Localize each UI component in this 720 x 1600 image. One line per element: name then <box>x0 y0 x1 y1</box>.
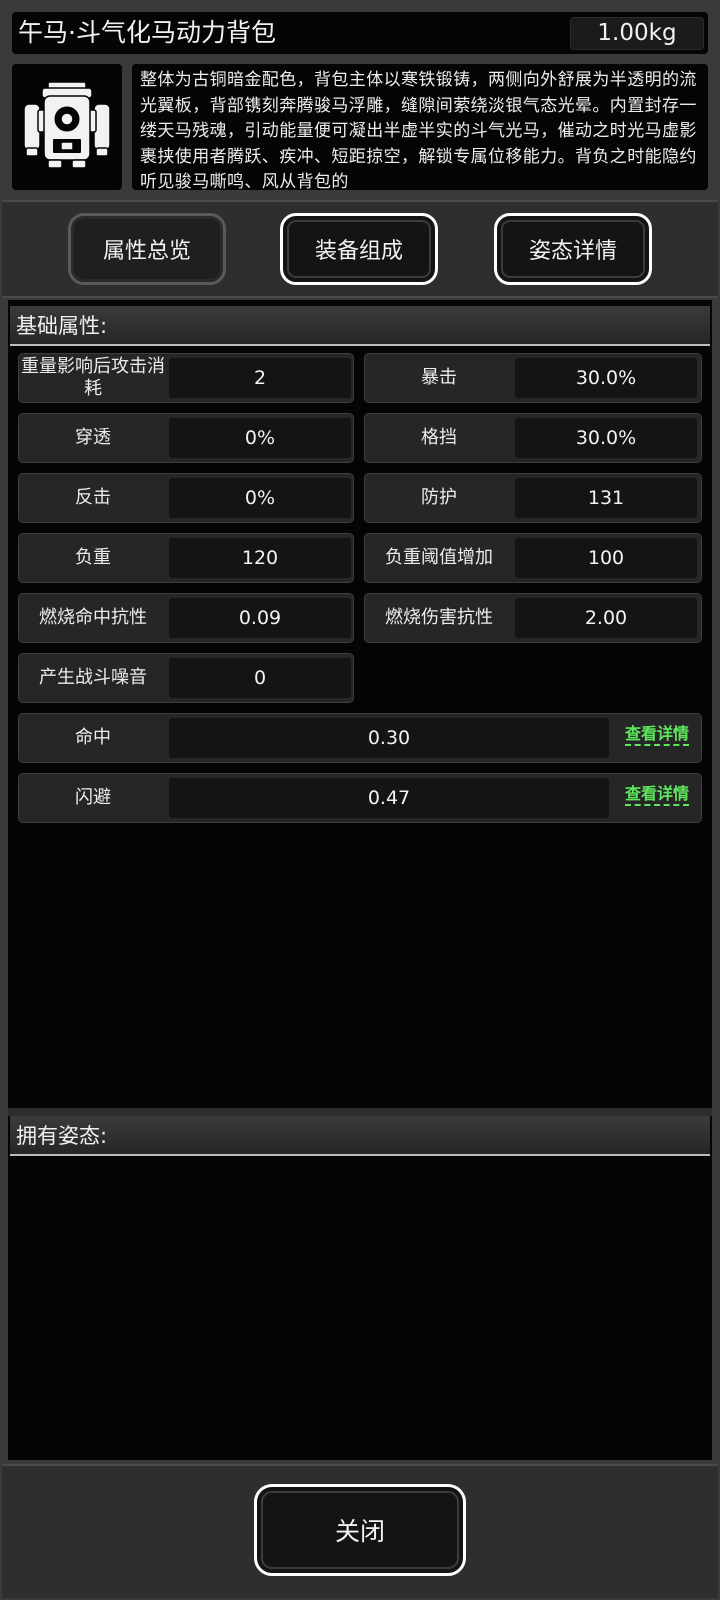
attr-name: 格挡 <box>421 427 457 448</box>
attr-name: 反击 <box>75 487 111 508</box>
attr-value: 30.0% <box>515 418 697 458</box>
attr-card-evasion: 闪避 0.47 查看详情 <box>18 773 702 823</box>
attr-value: 131 <box>515 478 697 518</box>
backpack-icon <box>23 81 111 169</box>
attr-card-counter: 反击 0% <box>18 473 354 523</box>
attr-card-block: 格挡 30.0% <box>364 413 702 463</box>
attr-value: 0.30 <box>169 718 609 758</box>
attr-value: 0% <box>169 418 351 458</box>
attr-card-burn-hit-resist: 燃烧命中抗性 0.09 <box>18 593 354 643</box>
attr-name: 负重 <box>75 547 111 568</box>
attr-card-combat-noise: 产生战斗噪音 0 <box>18 653 354 703</box>
attr-value: 0 <box>169 658 351 698</box>
item-icon-frame <box>12 64 122 190</box>
attr-value: 0.47 <box>169 778 609 818</box>
item-weight: 1.00kg <box>570 17 704 50</box>
attr-card-accuracy: 命中 0.30 查看详情 <box>18 713 702 763</box>
attr-name: 重量影响后攻击消耗 <box>21 356 165 399</box>
attr-name: 负重阈值增加 <box>385 547 493 568</box>
attr-card-penetration: 穿透 0% <box>18 413 354 463</box>
stances-heading: 拥有姿态: <box>10 1116 710 1156</box>
attr-card-protection: 防护 131 <box>364 473 702 523</box>
attr-card-burn-damage-resist: 燃烧伤害抗性 2.00 <box>364 593 702 643</box>
item-description-box: 整体为古铜暗金配色，背包主体以寒铁锻铸，两侧向外舒展为半透明的流光翼板，背部镌刻… <box>132 64 708 190</box>
attr-name: 燃烧伤害抗性 <box>385 607 493 628</box>
section-divider <box>8 1108 712 1116</box>
attr-name: 闪避 <box>75 787 111 808</box>
tab-equipment-composition[interactable]: 装备组成 <box>280 213 438 285</box>
attr-card-load-threshold: 负重阈值增加 100 <box>364 533 702 583</box>
evasion-detail-link[interactable]: 查看详情 <box>625 784 690 806</box>
attr-value: 0% <box>169 478 351 518</box>
tab-stance-details[interactable]: 姿态详情 <box>494 213 652 285</box>
item-title: 午马·斗气化马动力背包 <box>18 18 276 47</box>
attr-value: 0.09 <box>169 598 351 638</box>
attr-name: 暴击 <box>421 367 457 388</box>
attr-name: 命中 <box>75 727 111 748</box>
attr-value: 2.00 <box>515 598 697 638</box>
attr-name: 产生战斗噪音 <box>39 667 147 688</box>
attr-value: 30.0% <box>515 358 697 398</box>
attr-value: 120 <box>169 538 351 578</box>
tab-attribute-overview[interactable]: 属性总览 <box>68 213 226 285</box>
attr-value: 100 <box>515 538 697 578</box>
attr-name: 防护 <box>421 487 457 508</box>
basic-attributes-heading: 基础属性: <box>10 306 710 346</box>
attr-name: 穿透 <box>75 427 111 448</box>
close-button[interactable]: 关闭 <box>254 1484 466 1576</box>
attr-value: 2 <box>169 358 351 398</box>
attr-card-attack-cost: 重量影响后攻击消耗 2 <box>18 353 354 403</box>
attr-card-load: 负重 120 <box>18 533 354 583</box>
accuracy-detail-link[interactable]: 查看详情 <box>625 724 690 746</box>
item-description: 整体为古铜暗金配色，背包主体以寒铁锻铸，两侧向外舒展为半透明的流光翼板，背部镌刻… <box>140 70 697 190</box>
attr-name: 燃烧命中抗性 <box>39 607 147 628</box>
attr-card-crit: 暴击 30.0% <box>364 353 702 403</box>
